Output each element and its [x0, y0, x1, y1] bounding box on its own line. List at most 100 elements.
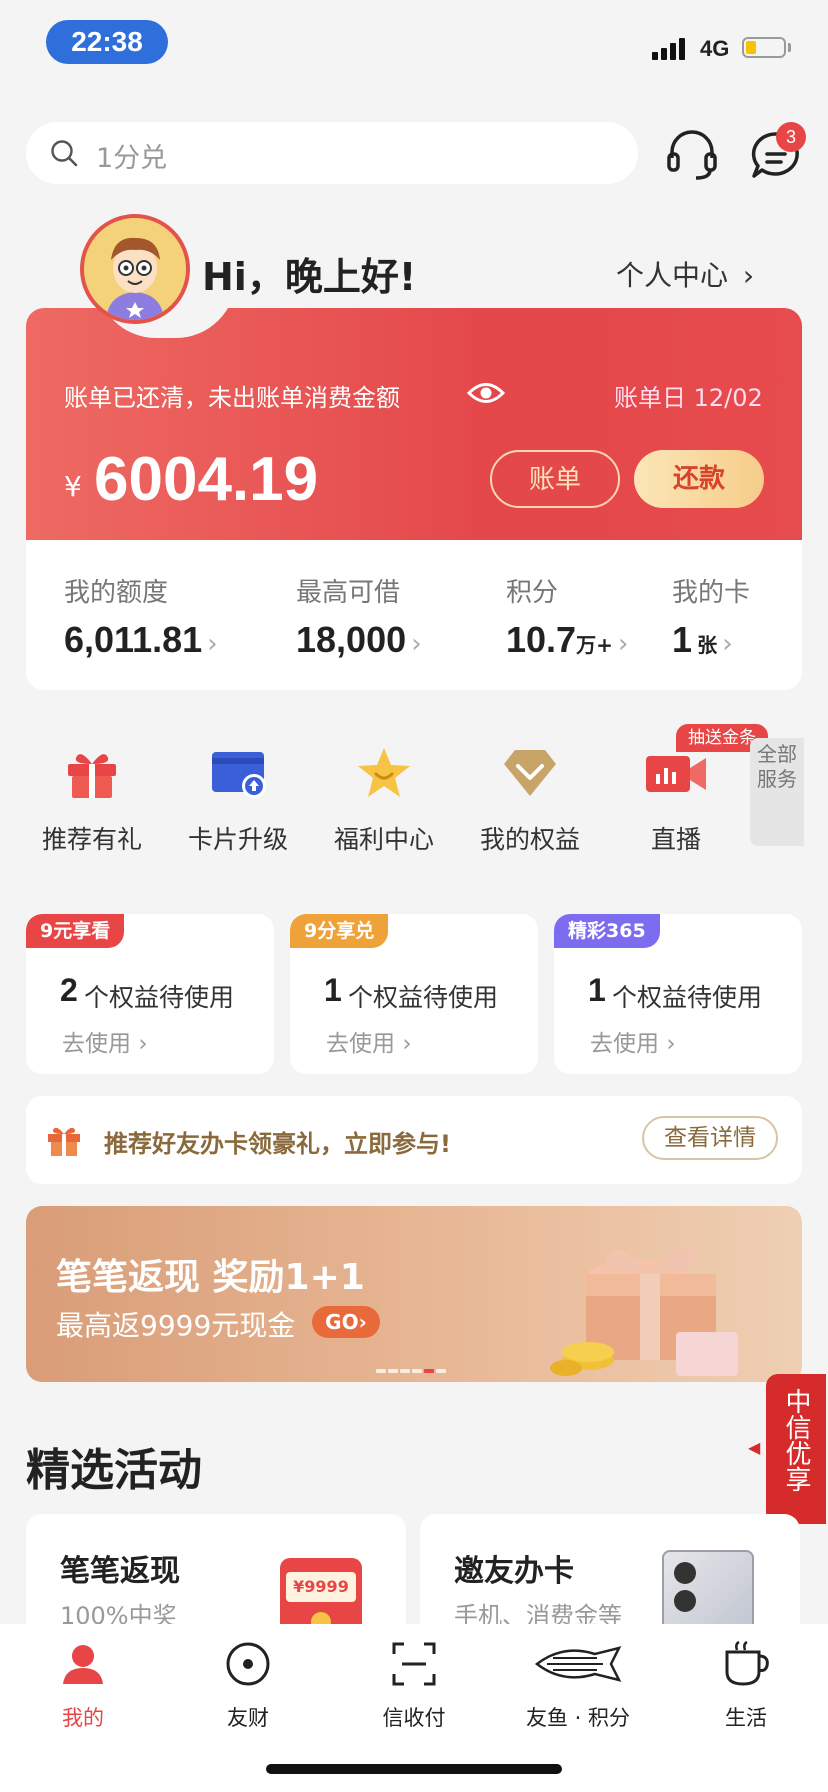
live-camera-icon	[646, 756, 706, 792]
battery-icon	[742, 37, 786, 58]
rights-tag: 9分享兑	[290, 914, 389, 948]
rights-text: 个权益待使用	[348, 983, 499, 1012]
stat-max-borrow[interactable]: 最高可借 18,000 ›	[296, 572, 422, 661]
use-label: 去使用	[326, 1031, 395, 1057]
diamond-icon	[504, 750, 556, 796]
personal-center-label: 个人中心	[616, 259, 729, 292]
target-icon	[226, 1642, 270, 1686]
chevron-right-icon: ›	[411, 629, 422, 659]
rights-tag: 精彩365	[554, 914, 660, 948]
tab-label: 我的	[62, 1706, 104, 1730]
tab-label: 友鱼 · 积分	[525, 1706, 631, 1730]
customer-service-icon[interactable]	[664, 126, 720, 182]
cup-icon	[725, 1640, 769, 1686]
tab-mine[interactable]: 我的	[23, 1640, 143, 1732]
banner-title: 笔笔返现 奖励1+1	[56, 1257, 365, 1298]
gift-icon	[48, 1127, 80, 1156]
chevron-right-icon: ›	[402, 1031, 412, 1057]
gift-box-illustration	[550, 1249, 738, 1376]
citic-benefits-float[interactable]: 中信优享	[766, 1374, 826, 1524]
avatar[interactable]	[80, 214, 190, 324]
search-bar[interactable]: 1分兑	[26, 122, 638, 184]
stat-label: 我的额度	[64, 578, 169, 608]
greeting-text: Hi，晚上好!	[202, 255, 417, 299]
use-link[interactable]: 去使用 ›	[326, 1024, 412, 1058]
currency-symbol: ¥	[64, 470, 82, 503]
chevron-right-icon: ›	[722, 629, 733, 659]
activity-title: 笔笔返现	[60, 1554, 180, 1589]
stat-unit: 万+	[576, 633, 613, 657]
cellular-signal-icon	[652, 36, 692, 60]
network-type: 4G	[700, 36, 730, 61]
card-upgrade-icon	[212, 752, 266, 798]
gift-icon	[68, 754, 116, 798]
bill-button[interactable]: 账单	[490, 450, 620, 508]
fish-icon	[534, 1646, 622, 1682]
home-indicator[interactable]	[266, 1764, 562, 1774]
unbilled-amount: 6004.19	[94, 445, 319, 514]
menu-item-label: 福利中心	[333, 825, 434, 854]
chevron-right-icon: ›	[207, 629, 218, 659]
personal-center-link[interactable]: 个人中心 ›	[616, 254, 754, 294]
use-link[interactable]: 去使用 ›	[590, 1024, 676, 1058]
search-icon	[51, 140, 78, 167]
stat-value: 10.7	[506, 619, 577, 660]
rights-text: 个权益待使用	[84, 983, 235, 1012]
stat-my-cards[interactable]: 我的卡 1 张 ›	[672, 572, 750, 661]
eye-icon[interactable]	[466, 378, 506, 408]
stat-value: 6,011.81	[64, 619, 203, 660]
chevron-right-icon: ›	[666, 1031, 676, 1057]
all-services-button[interactable]: 全部服务	[750, 738, 804, 846]
red-envelope-image: ¥9999	[280, 1558, 362, 1634]
menu-item-live[interactable]: 直播	[606, 746, 746, 856]
stat-credit-limit[interactable]: 我的额度 6,011.81 ›	[64, 572, 218, 661]
rights-card[interactable]: 精彩365 1 个权益待使用 去使用 ›	[554, 914, 802, 1074]
referral-text: 推荐好友办卡领豪礼，立即参与!	[104, 1130, 451, 1158]
menu-item-my-rights[interactable]: 我的权益	[460, 746, 600, 856]
go-button[interactable]: GO›	[312, 1306, 380, 1338]
rights-count: 2	[60, 972, 78, 1008]
tab-wealth[interactable]: 友财	[188, 1640, 308, 1732]
carousel-indicator	[376, 1358, 448, 1377]
tab-label: 友财	[227, 1706, 269, 1730]
menu-item-referral[interactable]: 推荐有礼	[22, 746, 162, 856]
banner-subtitle: 最高返9999元现金	[56, 1309, 296, 1342]
rights-text: 个权益待使用	[612, 983, 763, 1012]
search-placeholder: 1分兑	[96, 143, 168, 174]
stat-value: 18,000	[296, 619, 407, 660]
activity-title: 邀友办卡	[454, 1554, 574, 1589]
stat-label: 最高可借	[296, 578, 401, 608]
tab-payment[interactable]: 信收付	[354, 1640, 474, 1732]
envelope-amount: ¥9999	[286, 1572, 356, 1602]
tab-label: 信收付	[382, 1706, 446, 1730]
stat-points[interactable]: 积分 10.7万+ ›	[506, 572, 628, 661]
go-label: GO	[325, 1310, 359, 1334]
chevron-right-icon: ›	[617, 629, 629, 659]
tab-fish-points[interactable]: 友鱼 · 积分	[518, 1640, 638, 1732]
section-title: 精选活动	[26, 1445, 202, 1496]
tab-life[interactable]: 生活	[686, 1640, 806, 1732]
float-label: 中信优享	[781, 1388, 811, 1492]
menu-item-label: 直播	[650, 825, 701, 854]
repay-button[interactable]: 还款	[634, 450, 764, 508]
battery-cap	[788, 43, 791, 52]
chevron-right-icon: ›	[742, 259, 755, 292]
stat-label: 我的卡	[672, 578, 751, 608]
bill-status-text: 账单已还清，未出账单消费金额	[64, 384, 400, 412]
use-link[interactable]: 去使用 ›	[62, 1024, 148, 1058]
use-label: 去使用	[590, 1031, 659, 1057]
message-badge: 3	[776, 122, 806, 152]
rights-tag: 9元享看	[26, 914, 125, 948]
rights-card[interactable]: 9元享看 2 个权益待使用 去使用 ›	[26, 914, 274, 1074]
caret-left-icon: ◀	[748, 1438, 761, 1457]
view-details-button[interactable]: 查看详情	[642, 1116, 778, 1160]
menu-item-card-upgrade[interactable]: 卡片升级	[168, 746, 308, 856]
stat-label: 积分	[506, 578, 559, 608]
chevron-right-icon: ›	[138, 1031, 148, 1057]
use-label: 去使用	[62, 1031, 131, 1057]
activity-card[interactable]: 邀友办卡 手机、消费金等	[420, 1514, 800, 1634]
menu-item-welfare-center[interactable]: 福利中心	[314, 746, 454, 856]
rights-card[interactable]: 9分享兑 1 个权益待使用 去使用 ›	[290, 914, 538, 1074]
rights-count: 1	[588, 972, 606, 1008]
activity-card[interactable]: 笔笔返现 100%中奖 ¥9999	[26, 1514, 406, 1634]
